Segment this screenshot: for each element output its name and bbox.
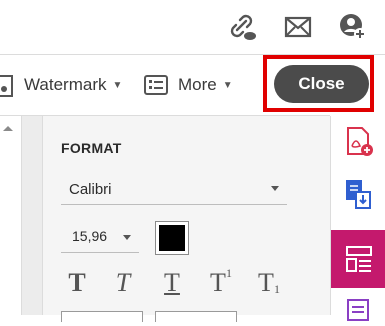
- watermark-button[interactable]: Watermark ▼: [0, 69, 122, 101]
- text-color-picker[interactable]: [155, 221, 189, 255]
- more-label: More: [178, 75, 217, 94]
- format-panel: FORMAT Calibri 15,96 T T T T1 T1: [42, 116, 331, 322]
- top-header: [0, 0, 385, 54]
- chevron-down-icon: ▼: [222, 79, 233, 91]
- subscript-glyph: T: [258, 268, 274, 297]
- more-icon: [144, 75, 168, 95]
- bold-glyph: T: [68, 268, 86, 297]
- alignment-group[interactable]: [61, 311, 143, 322]
- bold-button[interactable]: T: [61, 267, 93, 299]
- edit-pdf-icon[interactable]: [343, 243, 375, 275]
- color-swatch-fill: [159, 225, 185, 251]
- export-pdf-icon[interactable]: [343, 178, 375, 210]
- watermark-icon: [0, 75, 14, 97]
- panel-title: FORMAT: [61, 140, 122, 156]
- add-user-icon[interactable]: [336, 10, 370, 44]
- mail-icon[interactable]: [281, 10, 315, 44]
- left-sidebar: [0, 116, 22, 315]
- close-button[interactable]: Close: [274, 65, 369, 103]
- add-pdf-icon[interactable]: [343, 126, 375, 158]
- list-group[interactable]: [155, 311, 237, 322]
- subscript-mark: 1: [273, 281, 280, 296]
- scroll-up-icon[interactable]: [3, 126, 13, 131]
- right-tools-rail: [330, 116, 385, 321]
- share-link-icon[interactable]: [226, 10, 260, 44]
- comment-icon[interactable]: [343, 294, 375, 326]
- underline-button[interactable]: T: [156, 267, 188, 299]
- font-size-select[interactable]: 15,96: [61, 220, 139, 253]
- font-size-value: 15,96: [72, 228, 108, 244]
- superscript-button[interactable]: T1: [205, 265, 237, 299]
- font-family-value: Calibri: [69, 180, 112, 198]
- subscript-button[interactable]: T1: [253, 267, 285, 299]
- chevron-down-icon: ▼: [112, 79, 123, 91]
- superscript-mark: 1: [225, 265, 232, 280]
- chevron-down-icon: [271, 186, 279, 191]
- underline-glyph: T: [164, 268, 180, 297]
- watermark-label: Watermark: [24, 75, 107, 94]
- font-family-select[interactable]: Calibri: [61, 174, 287, 205]
- document-canvas[interactable]: [22, 116, 42, 315]
- italic-glyph: T: [115, 268, 131, 297]
- superscript-glyph: T: [210, 268, 226, 297]
- italic-button[interactable]: T: [107, 267, 139, 299]
- chevron-down-icon: [123, 235, 131, 240]
- more-button[interactable]: More ▼: [144, 69, 233, 101]
